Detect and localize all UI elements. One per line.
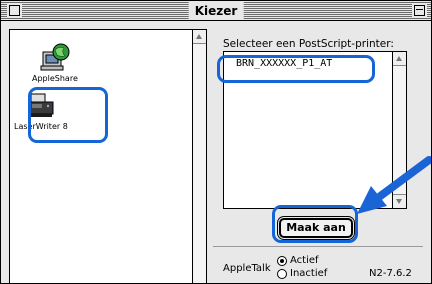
title-bar[interactable]: Kiezer — [1, 1, 431, 21]
list-item-label: AppleShare — [32, 74, 78, 83]
scroll-up-arrow-icon[interactable] — [193, 30, 206, 44]
driver-list: AppleShare LaserWriter 8 — [9, 29, 207, 283]
chooser-window: Kiezer AppleShare LaserWriter 8 Selectee… — [0, 0, 432, 284]
window-title: Kiezer — [188, 2, 244, 20]
zoom-box[interactable] — [414, 5, 425, 16]
appleshare-icon — [40, 43, 70, 71]
divider — [213, 246, 423, 247]
close-box[interactable] — [9, 5, 20, 16]
radio-inactive[interactable]: Inactief — [277, 268, 327, 279]
pointer-arrow-icon — [357, 156, 431, 214]
radio-inactive-label: Inactief — [290, 268, 328, 279]
left-scrollbar[interactable] — [192, 30, 206, 283]
printer-prompt: Selecteer een PostScript-printer: — [223, 38, 394, 50]
printer-highlight — [217, 55, 375, 83]
appletalk-label: AppleTalk — [223, 263, 271, 274]
radio-active[interactable]: Actief — [277, 255, 319, 266]
button-highlight — [272, 205, 358, 243]
radio-unselected-icon[interactable] — [277, 268, 287, 279]
scroll-up-arrow-icon[interactable] — [393, 52, 406, 66]
laserwriter-highlight — [28, 87, 108, 143]
version-label: N2-7.6.2 — [369, 268, 412, 279]
radio-selected-icon[interactable] — [277, 255, 287, 266]
radio-active-label: Actief — [290, 255, 319, 266]
list-item-appleshare[interactable]: AppleShare — [32, 42, 78, 83]
